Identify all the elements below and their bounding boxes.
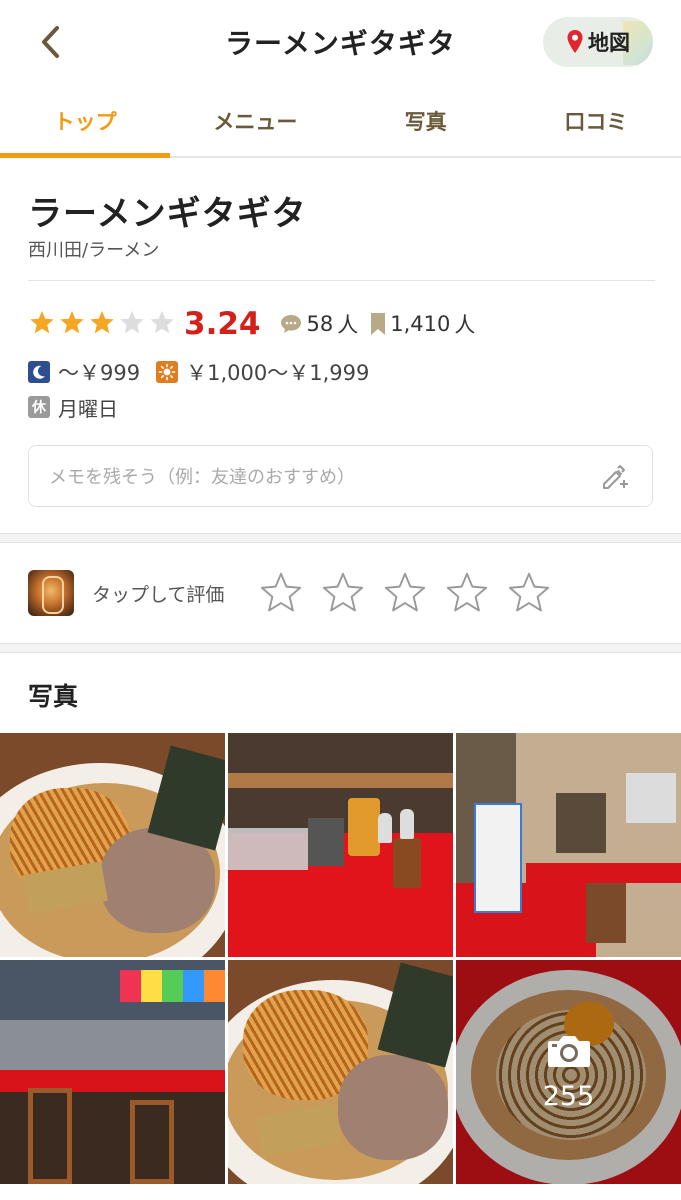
shop-genre[interactable]: 西川田/ラーメン: [28, 236, 159, 262]
rate-star-4[interactable]: [444, 569, 490, 619]
rating-row: 3.24 58 人 1,410 人: [28, 302, 487, 346]
rate-star-3[interactable]: [382, 569, 428, 619]
star-empty-icon: [118, 308, 146, 340]
price-dinner: ～￥999: [28, 357, 140, 387]
holiday-row: 休 月曜日: [28, 392, 118, 422]
tab-reviews[interactable]: 口コミ: [511, 86, 681, 156]
holiday-value: 月曜日: [58, 396, 118, 421]
bookmark-count[interactable]: 1,410 人: [370, 309, 475, 339]
moon-icon: [28, 361, 50, 383]
rate-star-5[interactable]: [506, 569, 552, 619]
photo-thumbnail[interactable]: [228, 733, 453, 957]
map-button[interactable]: 地図: [543, 17, 653, 67]
section-separator: [0, 533, 681, 543]
tab-menu[interactable]: メニュー: [170, 86, 340, 156]
rate-stars: [258, 569, 552, 619]
review-count-unit: 人: [337, 313, 359, 337]
review-count-value: 58: [306, 312, 334, 336]
price-lunch: ￥1,000～￥1,999: [156, 357, 369, 387]
tab-bar: トップ メニュー 写真 口コミ: [0, 86, 681, 158]
avatar: [28, 570, 74, 616]
rate-star-2[interactable]: [320, 569, 366, 619]
divider: [28, 280, 655, 281]
photo-more-count: 255: [542, 1080, 595, 1112]
bookmark-icon: [371, 313, 386, 335]
rating-stars: [28, 308, 176, 340]
price-dinner-value: ～￥999: [58, 361, 141, 385]
rate-row: タップして評価: [0, 545, 681, 643]
review-count[interactable]: 58 人: [279, 309, 359, 339]
bookmark-count-unit: 人: [454, 313, 476, 337]
section-separator: [0, 643, 681, 653]
star-filled-icon: [88, 308, 116, 340]
shop-name: ラーメンギタギタ: [28, 194, 307, 234]
rate-prompt-label: タップして評価: [92, 584, 225, 606]
memo-placeholder: メモを残そう（例：友達のおすすめ）: [49, 467, 355, 488]
photo-thumbnail[interactable]: 255: [456, 960, 681, 1184]
map-button-label: 地図: [588, 31, 630, 55]
camera-icon: [547, 1035, 590, 1067]
header: ラーメンギタギタ 地図: [0, 0, 681, 86]
star-filled-icon: [58, 308, 86, 340]
map-pin-icon: [567, 30, 583, 53]
price-lunch-value: ￥1,000～￥1,999: [186, 361, 370, 385]
photo-thumbnail[interactable]: [228, 960, 453, 1184]
sun-icon: [156, 361, 179, 383]
photo-thumbnail[interactable]: [0, 733, 225, 957]
tab-top[interactable]: トップ: [0, 86, 171, 158]
rating-score: 3.24: [184, 306, 261, 342]
star-empty-icon: [148, 308, 176, 340]
bookmark-count-value: 1,410: [390, 312, 451, 336]
star-filled-icon: [28, 308, 56, 340]
rate-star-1[interactable]: [258, 569, 304, 619]
holiday-badge: 休: [28, 396, 50, 418]
photo-thumbnail[interactable]: [0, 960, 225, 1184]
photos-section-title: 写真: [28, 682, 79, 711]
photo-more-overlay[interactable]: 255: [456, 960, 681, 1184]
tab-photos[interactable]: 写真: [341, 86, 511, 156]
comment-icon: [280, 315, 301, 333]
photo-thumbnail[interactable]: [456, 733, 681, 957]
memo-input[interactable]: メモを残そう（例：友達のおすすめ）: [28, 445, 653, 507]
price-row: ～￥999 ￥1,000～￥1,999: [28, 356, 385, 388]
edit-add-icon: [603, 465, 628, 489]
